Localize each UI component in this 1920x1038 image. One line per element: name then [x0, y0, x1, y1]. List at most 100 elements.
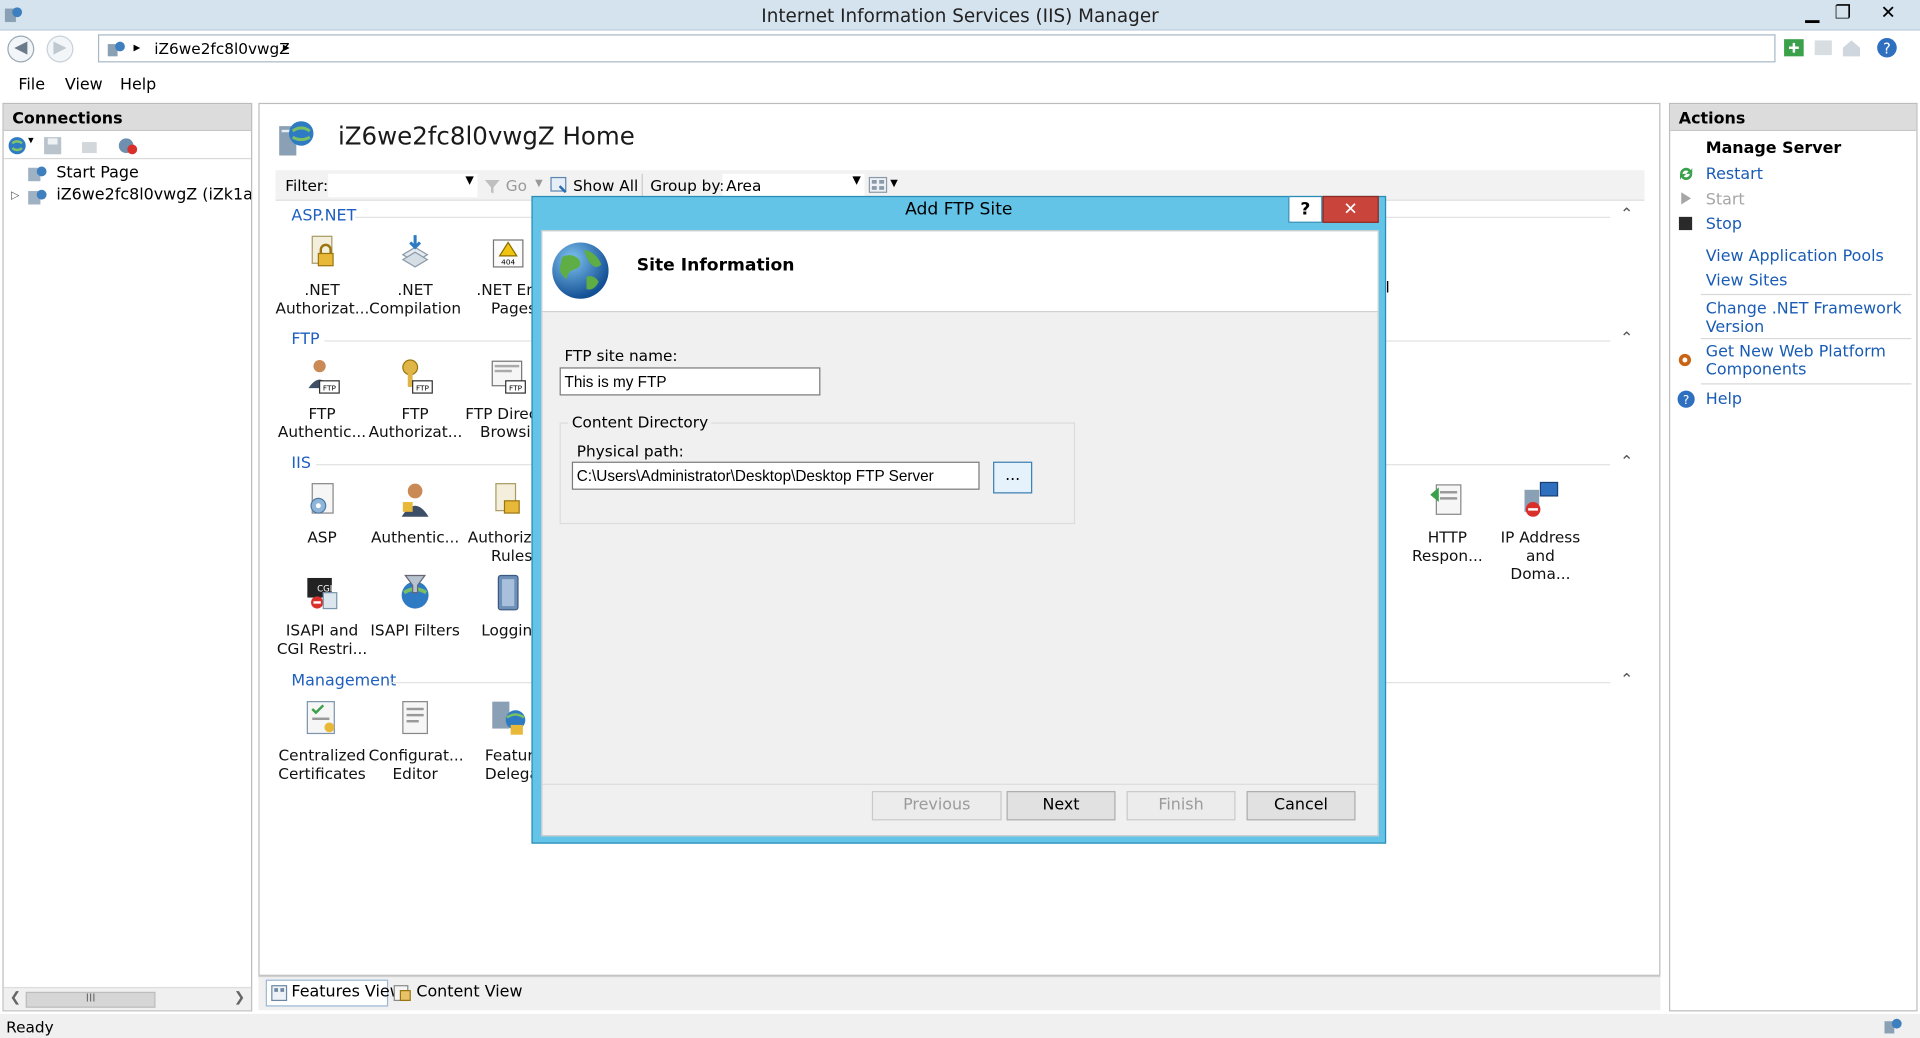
- disconnect-icon[interactable]: [116, 136, 138, 156]
- maximize-button[interactable]: ❐: [1825, 0, 1862, 27]
- up-level-icon[interactable]: [80, 136, 100, 156]
- menu-file[interactable]: File: [18, 76, 45, 94]
- group-by-dropdown-icon[interactable]: ▼: [852, 175, 860, 187]
- change-net-line2: Version: [1705, 318, 1765, 337]
- tree-item-server[interactable]: iZ6we2fc8l0vwgZ (iZk1a4yc65: [27, 186, 251, 208]
- collapse-management-icon[interactable]: ⌃: [1620, 671, 1633, 689]
- feature-authorization-rules[interactable]: Authoriza Rules: [462, 480, 533, 564]
- go-dropdown-icon[interactable]: ▼: [535, 178, 543, 189]
- page-title: iZ6we2fc8l0vwgZ Home: [337, 121, 635, 151]
- feature-label: ISAPI and: [285, 620, 359, 640]
- previous-button[interactable]: Previous: [871, 791, 1002, 821]
- menu-help[interactable]: Help: [120, 76, 156, 94]
- globe-icon: [552, 242, 609, 299]
- tab-features-view[interactable]: Features View: [265, 979, 403, 1007]
- feature-ftp-authorization[interactable]: FTP FTP Authorizat...: [369, 356, 462, 441]
- address-separator-2: ▸: [282, 39, 290, 56]
- connect-icon[interactable]: [7, 136, 27, 156]
- feature-asp[interactable]: ASP: [276, 480, 369, 546]
- ftp-site-name-input[interactable]: [559, 367, 821, 396]
- feature-isapi-cgi[interactable]: CGI ISAPI and CGI Restri...: [276, 573, 369, 658]
- tree-label-start-page: Start Page: [56, 164, 139, 183]
- save-icon[interactable]: [43, 136, 63, 156]
- cgi-icon: CGI: [307, 577, 338, 610]
- address-crumb[interactable]: iZ6we2fc8l0vwgZ: [154, 39, 289, 57]
- view-sites-action[interactable]: View Sites: [1706, 272, 1788, 290]
- help-action[interactable]: Help: [1706, 391, 1742, 409]
- show-all-button[interactable]: Show All: [573, 176, 638, 194]
- address-bar[interactable]: ▸ iZ6we2fc8l0vwgZ ▸: [97, 34, 1776, 63]
- web-platform-icon: [1678, 353, 1692, 367]
- dialog-close-button[interactable]: ✕: [1322, 195, 1379, 223]
- feature-centralized-certificates[interactable]: Centralized Certificates: [276, 698, 369, 782]
- feature-label-2: Authorizat...: [275, 298, 370, 318]
- connections-hscrollbar[interactable]: ❮ III ❯: [3, 986, 252, 1011]
- filter-input[interactable]: ▼: [328, 173, 478, 198]
- view-mode-dropdown-icon[interactable]: ▼: [890, 178, 898, 189]
- scroll-left-icon[interactable]: ❮: [10, 989, 21, 1005]
- tree-label-server: iZ6we2fc8l0vwgZ (iZk1a4yc65: [56, 186, 251, 205]
- filter-dropdown-icon[interactable]: ▼: [465, 175, 473, 187]
- tree-expand-icon[interactable]: ▷: [11, 190, 19, 202]
- feature-configuration-editor[interactable]: Configurat... Editor: [369, 698, 464, 782]
- feature-ip-domain[interactable]: IP Address and Doma...: [1494, 480, 1587, 583]
- feature-ftp-authentication[interactable]: FTP FTP Authentic...: [276, 356, 369, 441]
- go-button[interactable]: Go: [506, 176, 527, 194]
- dialog-help-button[interactable]: ?: [1288, 195, 1323, 223]
- feature-label: HTTP: [1427, 527, 1467, 547]
- home-toolbar-icon[interactable]: [1840, 37, 1862, 59]
- server-home-icon: [279, 121, 314, 156]
- refresh-toolbar-icon[interactable]: [1783, 37, 1805, 59]
- group-by-select[interactable]: Area ▼: [722, 173, 865, 198]
- physical-path-input[interactable]: [571, 461, 980, 490]
- auth-rules-icon: [495, 483, 520, 514]
- change-net-framework-action[interactable]: Change .NET Framework Version: [1706, 300, 1902, 337]
- next-button[interactable]: Next: [1006, 791, 1116, 821]
- feature-authentication[interactable]: Authentic...: [369, 480, 462, 546]
- collapse-ftp-icon[interactable]: ⌃: [1620, 329, 1633, 347]
- feature-label-2: Browsin: [480, 422, 533, 441]
- scroll-right-icon[interactable]: ❯: [234, 989, 245, 1005]
- feature-logging[interactable]: Loggin: [462, 573, 533, 639]
- finish-button[interactable]: Finish: [1126, 791, 1236, 821]
- start-action[interactable]: Start: [1706, 191, 1745, 209]
- server-icon: [107, 41, 125, 57]
- close-window-button[interactable]: ✕: [1870, 0, 1907, 27]
- view-application-pools-action[interactable]: View Application Pools: [1706, 247, 1884, 265]
- back-button[interactable]: ◀: [7, 35, 35, 63]
- forward-button[interactable]: ▶: [46, 35, 74, 63]
- feature-delegation[interactable]: Feature Delegatio: [462, 698, 533, 782]
- stop-action[interactable]: Stop: [1706, 216, 1742, 234]
- group-by-label: Group by:: [650, 176, 725, 195]
- restart-action[interactable]: Restart: [1706, 165, 1763, 183]
- feature-net-error-pages[interactable]: 404 .NET Erro Pages: [462, 233, 533, 317]
- stop-toolbar-icon[interactable]: [1812, 37, 1834, 59]
- go-funnel-icon[interactable]: [484, 178, 501, 195]
- feature-label: FTP: [308, 404, 336, 423]
- feature-net-compilation[interactable]: .NET Compilation: [369, 233, 462, 317]
- tab-content-view[interactable]: Content View: [392, 980, 522, 1007]
- browse-button[interactable]: ...: [993, 461, 1033, 494]
- physical-path-label: Physical path:: [576, 442, 684, 461]
- feature-label-2: Rules: [491, 546, 533, 565]
- actions-pane: [1668, 102, 1918, 1012]
- collapse-iis-icon[interactable]: ⌃: [1620, 453, 1633, 471]
- manage-server-heading: Manage Server: [1705, 139, 1842, 158]
- help-toolbar-icon[interactable]: ?: [1875, 36, 1899, 60]
- collapse-aspnet-icon[interactable]: ⌃: [1620, 206, 1633, 224]
- connect-dropdown-icon[interactable]: ▾: [28, 135, 34, 147]
- menu-view[interactable]: View: [65, 76, 103, 94]
- cancel-button[interactable]: Cancel: [1246, 791, 1356, 821]
- feature-label-2: Pages: [491, 298, 533, 318]
- show-all-icon[interactable]: [550, 175, 570, 195]
- feature-ftp-directory-browsing[interactable]: FTP FTP Direct Browsin: [462, 356, 533, 441]
- get-new-web-platform-action[interactable]: Get New Web Platform Components: [1706, 343, 1886, 380]
- feature-isapi-filters[interactable]: ISAPI Filters: [369, 573, 462, 639]
- actions-divider-2: [1700, 337, 1912, 340]
- scroll-thumb[interactable]: III: [25, 991, 156, 1008]
- feature-http-response[interactable]: HTTP Respon...: [1401, 480, 1494, 564]
- filter-label: Filter:: [285, 176, 329, 195]
- feature-net-authorization[interactable]: .NET Authorizat...: [276, 233, 369, 317]
- view-mode-icon[interactable]: [868, 175, 888, 195]
- lock-doc-icon: [311, 235, 334, 267]
